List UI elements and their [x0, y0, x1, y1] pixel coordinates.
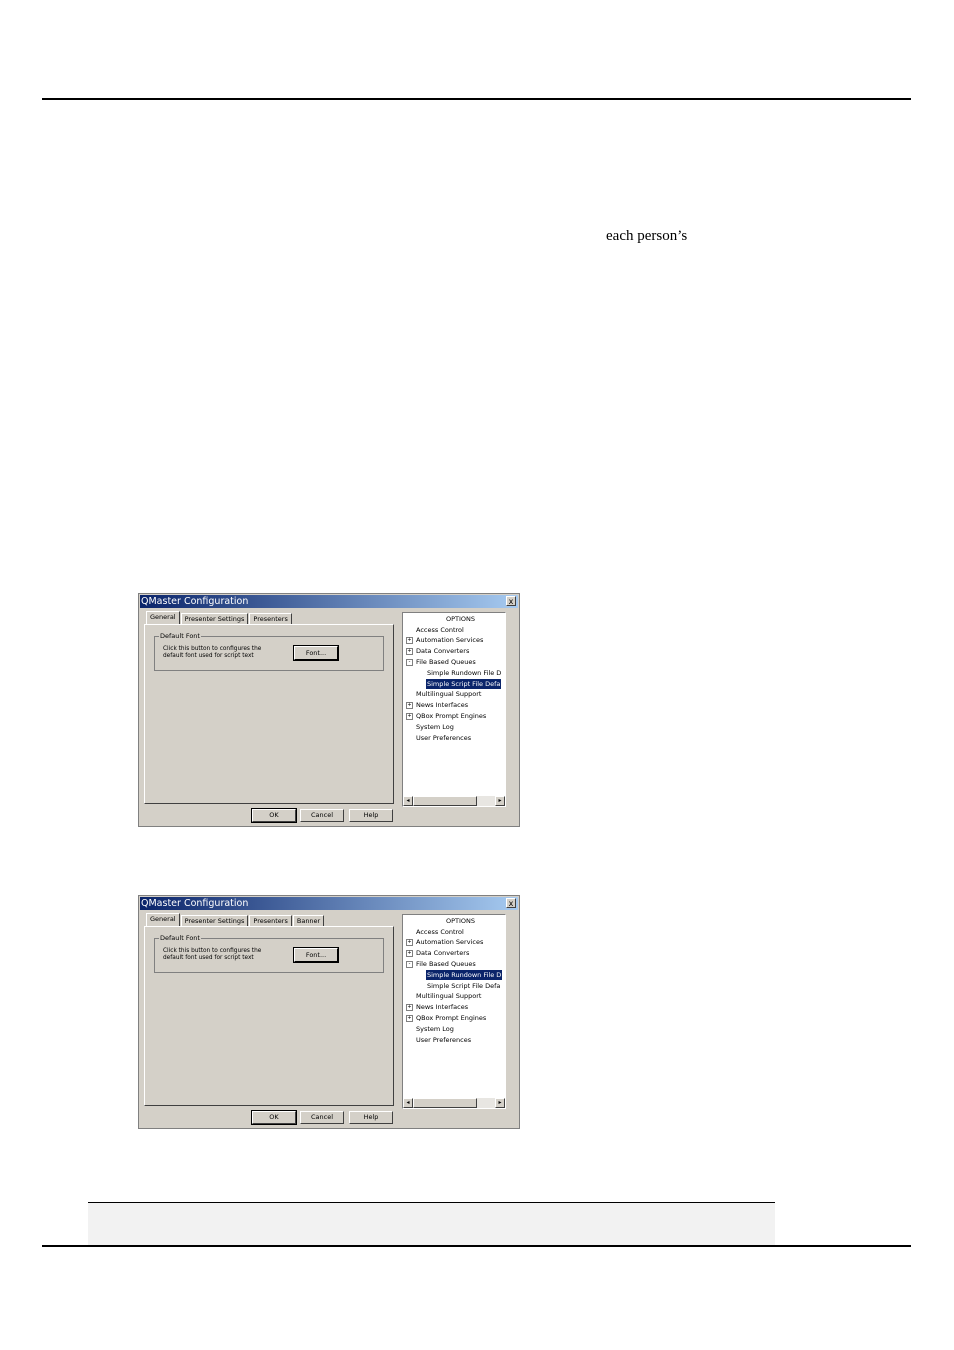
tree-item-access-control[interactable]: Access Control	[416, 625, 464, 635]
cancel-button[interactable]: Cancel	[300, 809, 344, 822]
ok-button[interactable]: OK	[252, 809, 296, 822]
horizontal-scrollbar[interactable]: ◂ ▸	[403, 1098, 505, 1108]
tree-item-data-converters[interactable]: Data Converters	[416, 646, 469, 656]
group-description: Click this button to configures the defa…	[163, 646, 262, 659]
header-rule	[42, 98, 911, 100]
tree-root[interactable]: OPTIONS	[446, 614, 475, 624]
plus-icon[interactable]: +	[406, 713, 413, 720]
scroll-thumb[interactable]	[413, 796, 477, 806]
tree-item-news-interfaces[interactable]: News Interfaces	[416, 700, 468, 710]
tree-item-news-interfaces[interactable]: News Interfaces	[416, 1002, 468, 1012]
plus-icon[interactable]: +	[406, 1015, 413, 1022]
left-arrow-icon[interactable]: ◂	[403, 796, 413, 806]
tree-item-simple-rundown-selected[interactable]: Simple Rundown File D	[426, 970, 503, 980]
tree-item-simple-rundown[interactable]: Simple Rundown File D	[427, 668, 501, 678]
plus-icon[interactable]: +	[406, 950, 413, 957]
tree-item-file-based-queues[interactable]: File Based Queues	[416, 657, 476, 667]
minus-icon[interactable]: -	[406, 659, 413, 666]
tree-item-automation-services[interactable]: Automation Services	[416, 937, 483, 947]
default-font-group: Default Font Click this button to config…	[154, 934, 384, 973]
font-button[interactable]: Font...	[294, 646, 338, 660]
horizontal-scrollbar[interactable]: ◂ ▸	[403, 796, 505, 806]
default-font-group: Default Font Click this button to config…	[154, 632, 384, 671]
close-icon[interactable]: x	[506, 898, 516, 908]
options-tree: OPTIONS Access Control + Automation Serv…	[402, 612, 506, 807]
tree-item-file-based-queues[interactable]: File Based Queues	[416, 959, 476, 969]
qmaster-configuration-dialog-1: QMaster Configuration x General Presente…	[138, 593, 520, 827]
plus-icon[interactable]: +	[406, 702, 413, 709]
dialog-title-bar: QMaster Configuration x	[140, 595, 518, 608]
group-title: Default Font	[159, 934, 201, 943]
right-arrow-icon[interactable]: ▸	[495, 796, 505, 806]
tree-item-qbox-prompt-engines[interactable]: QBox Prompt Engines	[416, 1013, 486, 1023]
tree-item-system-log[interactable]: System Log	[416, 722, 454, 732]
tree-item-automation-services[interactable]: Automation Services	[416, 635, 483, 645]
tree-item-simple-script[interactable]: Simple Script File Defa	[427, 981, 500, 991]
left-arrow-icon[interactable]: ◂	[403, 1098, 413, 1108]
tree-item-data-converters[interactable]: Data Converters	[416, 948, 469, 958]
close-icon[interactable]: x	[506, 596, 516, 606]
tree-item-system-log[interactable]: System Log	[416, 1024, 454, 1034]
tab-presenter-settings[interactable]: Presenter Settings	[180, 915, 249, 926]
tree-item-simple-script-selected[interactable]: Simple Script File Defa	[426, 679, 502, 689]
dialog-title: QMaster Configuration	[141, 898, 249, 909]
tab-presenters[interactable]: Presenters	[249, 613, 292, 624]
scroll-thumb[interactable]	[413, 1098, 477, 1108]
tree-item-qbox-prompt-engines[interactable]: QBox Prompt Engines	[416, 711, 486, 721]
tree-item-multilingual-support[interactable]: Multilingual Support	[416, 689, 481, 699]
tab-panel: Default Font Click this button to config…	[144, 926, 394, 1106]
tree-root[interactable]: OPTIONS	[446, 916, 475, 926]
cancel-button[interactable]: Cancel	[300, 1111, 344, 1124]
font-button[interactable]: Font...	[294, 948, 338, 962]
tree-item-multilingual-support[interactable]: Multilingual Support	[416, 991, 481, 1001]
plus-icon[interactable]: +	[406, 648, 413, 655]
plus-icon[interactable]: +	[406, 939, 413, 946]
ok-button[interactable]: OK	[252, 1111, 296, 1124]
minus-icon[interactable]: -	[406, 961, 413, 968]
tab-strip: General Presenter Settings Presenters Ba…	[146, 913, 325, 926]
help-button[interactable]: Help	[349, 809, 393, 822]
qmaster-configuration-dialog-2: QMaster Configuration x General Presente…	[138, 895, 520, 1129]
plus-icon[interactable]: +	[406, 637, 413, 644]
help-button[interactable]: Help	[349, 1111, 393, 1124]
tab-panel: Default Font Click this button to config…	[144, 624, 394, 804]
dialog-title-bar: QMaster Configuration x	[140, 897, 518, 910]
tab-general[interactable]: General	[146, 913, 180, 926]
tab-presenters[interactable]: Presenters	[249, 915, 292, 926]
tree-item-user-preferences[interactable]: User Preferences	[416, 733, 471, 743]
tab-presenter-settings[interactable]: Presenter Settings	[180, 613, 249, 624]
group-title: Default Font	[159, 632, 201, 641]
tab-banner[interactable]: Banner	[292, 915, 325, 926]
tree-item-access-control[interactable]: Access Control	[416, 927, 464, 937]
tree-item-user-preferences[interactable]: User Preferences	[416, 1035, 471, 1045]
options-tree: OPTIONS Access Control + Automation Serv…	[402, 914, 506, 1109]
dialog-title: QMaster Configuration	[141, 596, 249, 607]
group-description: Click this button to configures the defa…	[163, 948, 262, 961]
tab-general[interactable]: General	[146, 611, 180, 624]
plus-icon[interactable]: +	[406, 1004, 413, 1011]
right-arrow-icon[interactable]: ▸	[495, 1098, 505, 1108]
tab-strip: General Presenter Settings Presenters	[146, 611, 293, 624]
footer-rule	[42, 1245, 911, 1247]
note-box	[88, 1202, 775, 1246]
body-text-fragment: each person’s	[606, 228, 688, 244]
